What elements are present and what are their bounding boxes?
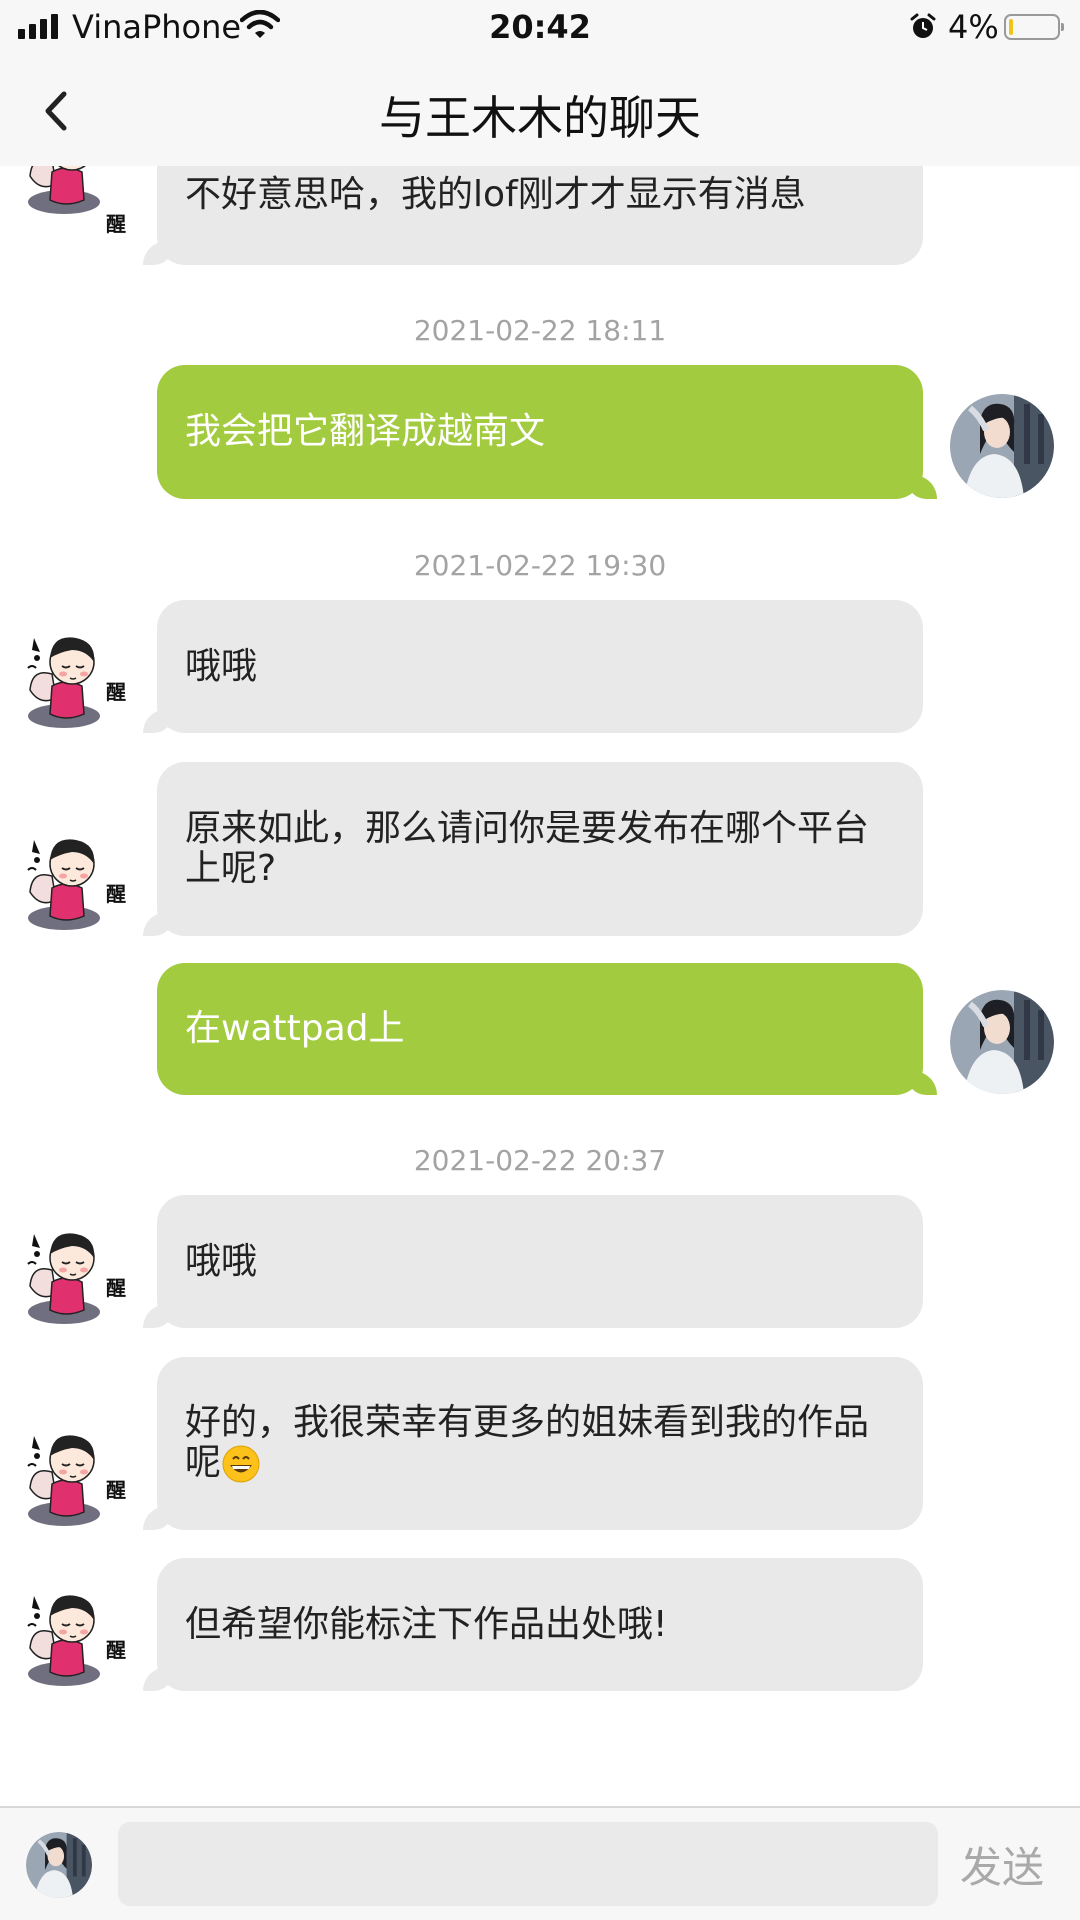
message-text: 好的，我很荣幸有更多的姐妹看到我的作品呢 [185, 1402, 870, 1483]
nav-bar: 与王木木的聊天 [0, 56, 1080, 166]
message-bubble-outgoing[interactable]: 在wattpad上 [157, 963, 937, 1095]
message-timestamp: 2021-02-22 19:30 [413, 549, 667, 582]
grinning-face-icon [222, 1445, 260, 1483]
page-title: 与王木木的聊天 [379, 91, 701, 145]
avatar-caption: 醒 [106, 1638, 126, 1662]
my-avatar[interactable] [26, 1832, 92, 1898]
send-button[interactable]: 发送 [960, 1834, 1060, 1895]
message-text: 但希望你能标注下作品出处哦! [185, 1603, 668, 1645]
battery-icon [1004, 14, 1064, 40]
message-timestamp: 2021-02-22 20:37 [413, 1144, 667, 1177]
message-composer: 发送 [0, 1806, 1080, 1920]
my-avatar[interactable] [950, 394, 1054, 498]
avatar-caption: 醒 [106, 1276, 126, 1300]
alarm-icon [910, 13, 936, 38]
message-bubble-incoming[interactable]: 原来如此，那么请问你是要发布在哪个平台上呢? [143, 762, 923, 936]
message-text: 哦哦 [185, 645, 258, 687]
chat-history[interactable]: 醒 不好意思哈，我的lof刚才才显示有消息 2021-02-22 18:11 我… [0, 0, 1080, 1806]
my-avatar[interactable] [950, 990, 1054, 1094]
avatar-caption: 醒 [106, 212, 126, 236]
message-text: 我会把它翻译成越南文 [185, 411, 546, 452]
battery-percentage: 4% [948, 8, 999, 46]
message-timestamp: 2021-02-22 18:11 [413, 314, 667, 347]
message-bubble-incoming[interactable]: 好的，我很荣幸有更多的姐妹看到我的作品呢 [143, 1357, 923, 1530]
message-text: 哦哦 [185, 1240, 258, 1282]
status-bar: VinaPhone 20:42 4% [0, 0, 1080, 56]
message-bubble-incoming[interactable]: 哦哦 [143, 600, 923, 733]
message-text: 原来如此，那么请问你是要发布在哪个平台上呢? [185, 808, 870, 889]
message-text: 不好意思哈，我的lof刚才才显示有消息 [185, 174, 806, 215]
message-bubble-outgoing[interactable]: 我会把它翻译成越南文 [157, 365, 937, 499]
avatar-caption: 醒 [106, 680, 126, 704]
message-bubble-incoming[interactable]: 但希望你能标注下作品出处哦! [143, 1558, 923, 1691]
avatar-caption: 醒 [106, 1478, 126, 1502]
message-input[interactable] [118, 1822, 938, 1906]
avatar-caption: 醒 [106, 882, 126, 906]
message-bubble-incoming[interactable]: 哦哦 [143, 1195, 923, 1328]
message-text: 在wattpad上 [185, 1008, 405, 1049]
